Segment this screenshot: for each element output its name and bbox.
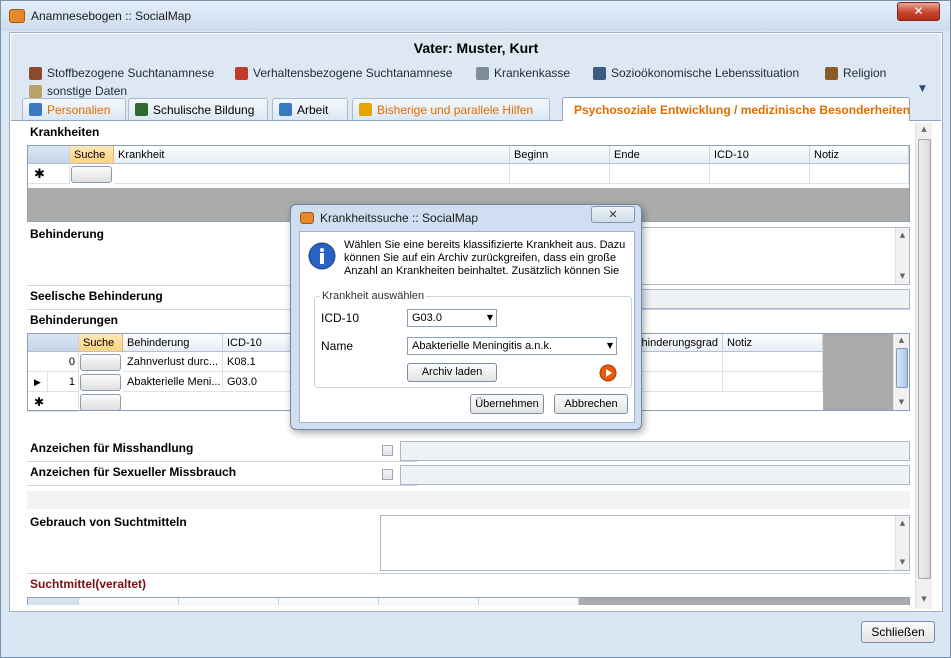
substance-icon [29, 66, 42, 80]
table-row[interactable]: Zahnverlust durc... [123, 352, 223, 372]
blackboard-icon [135, 103, 148, 116]
dialog-title: Krankheitssuche :: SocialMap [320, 211, 479, 225]
col-notiz[interactable]: Notiz [810, 146, 909, 164]
search-row-button[interactable] [80, 394, 121, 411]
dialog-body: Wählen Sie eine bereits klassifizierte K… [299, 231, 635, 423]
play-icon[interactable] [599, 364, 617, 382]
notepad-icon [29, 84, 42, 98]
uebernehmen-button[interactable]: Übernehmen [470, 394, 544, 414]
archiv-laden-button[interactable]: Archiv laden [407, 363, 497, 382]
toolbar-item-stoffbezogen[interactable]: Stoffbezogene Suchtanamnese [29, 66, 214, 80]
toolbar-item-sonstige[interactable]: sonstige Daten [29, 84, 127, 98]
form-scrollbar-thumb[interactable] [918, 139, 931, 579]
row-index: 0 [28, 352, 79, 372]
krankheit-auswaehlen-group: Krankheit auswählen ICD-10 G03.0 ▼ Name … [314, 290, 632, 388]
dialog-app-icon [300, 212, 314, 224]
person-card-icon [29, 103, 42, 116]
tab-bisherige-hilfen[interactable]: Bisherige und parallele Hilfen [352, 98, 550, 120]
title-bar: Anamnesebogen :: SocialMap ✕ [1, 1, 950, 31]
tab-personalien[interactable]: Personalien [22, 98, 126, 120]
misshandlung-checkbox[interactable] [382, 445, 393, 456]
col-suche[interactable]: Suche [70, 146, 114, 164]
chevron-down-icon: ▼ [486, 313, 493, 322]
suchtmittel-textarea[interactable]: ▲ ▼ [380, 515, 910, 571]
window-title: Anamnesebogen :: SocialMap [31, 9, 192, 23]
people-icon [593, 66, 606, 80]
behinderungen-scrollbar[interactable]: ▲ ▼ [893, 334, 909, 410]
new-row-marker: ✱ [28, 164, 70, 184]
tab-schulische-bildung[interactable]: Schulische Bildung [128, 98, 268, 120]
current-row-arrow-icon: ▶ [28, 372, 48, 392]
group-label: Krankheit auswählen [320, 290, 427, 302]
dialog-close-button[interactable]: ✕ [591, 206, 635, 223]
book-icon [825, 66, 838, 80]
abbrechen-button[interactable]: Abbrechen [554, 394, 628, 414]
col-notiz[interactable]: Notiz [723, 334, 823, 352]
document-icon [279, 103, 292, 116]
table-row[interactable]: Abakterielle Meni... [123, 372, 223, 392]
cart-icon [235, 66, 248, 80]
app-icon [9, 9, 25, 23]
misshandlung-field[interactable] [400, 441, 910, 461]
suchtmittel-veraltet-label: Suchtmittel(veraltet) [30, 577, 147, 591]
missbrauch-checkbox[interactable] [382, 469, 393, 480]
suchtmittel-grid[interactable] [27, 597, 910, 605]
krankheitssuche-dialog: Krankheitssuche :: SocialMap ✕ Wählen Si… [290, 204, 642, 430]
col-behinderung[interactable]: Behinderung [123, 334, 223, 352]
tab-psychosoziale-entwicklung[interactable]: Psychosoziale Entwicklung / medizinische… [562, 97, 910, 121]
seelische-behinderung-label: Seelische Behinderung [30, 289, 163, 303]
krankheiten-label: Krankheiten [30, 125, 100, 139]
cutlery-icon [476, 66, 489, 80]
table-row[interactable] [114, 164, 510, 184]
section-toolbar: Stoffbezogene Suchtanamnese Verhaltensbe… [11, 62, 941, 102]
close-form-button[interactable]: Schließen [861, 621, 935, 643]
name-select[interactable]: Abakterielle Meningitis a.n.k. ▼ [407, 337, 617, 355]
new-row-marker: ✱ [28, 392, 79, 412]
icd-select[interactable]: G03.0 ▼ [407, 309, 497, 327]
col-icd10[interactable]: ICD-10 [710, 146, 810, 164]
info-icon [308, 242, 336, 270]
missbrauch-field[interactable] [400, 465, 910, 485]
col-ende[interactable]: Ende [610, 146, 710, 164]
window-close-button[interactable]: ✕ [897, 2, 940, 21]
dialog-info-text: Wählen Sie eine bereits klassifizierte K… [344, 239, 626, 279]
col-beginn[interactable]: Beginn [510, 146, 610, 164]
form-scrollbar[interactable]: ▲ ▼ [915, 123, 932, 609]
page-title: Vater: Muster, Kurt [11, 34, 941, 62]
name-label: Name [321, 339, 354, 353]
lifebuoy-icon [359, 103, 372, 116]
col-suche[interactable]: Suche [79, 334, 123, 352]
chevron-down-icon[interactable]: ▼ [919, 84, 926, 94]
col-krankheit[interactable]: Krankheit [114, 146, 510, 164]
row-index: 1 [48, 372, 79, 392]
search-row-button[interactable] [80, 374, 121, 391]
misshandlung-label: Anzeichen für Misshandlung [30, 441, 194, 455]
suchtmittel-label: Gebrauch von Suchtmitteln [30, 515, 187, 529]
search-row-button[interactable] [71, 166, 112, 183]
grid-corner [28, 334, 79, 352]
toolbar-item-krankenkasse[interactable]: Krankenkasse [476, 66, 570, 80]
behinderungen-label: Behinderungen [30, 313, 119, 327]
behinderung-label: Behinderung [30, 227, 104, 241]
icd-label: ICD-10 [321, 311, 360, 325]
chevron-down-icon: ▼ [606, 341, 613, 350]
grid-corner [28, 146, 70, 164]
search-row-button[interactable] [80, 354, 121, 371]
toolbar-item-verhaltensbezogen[interactable]: Verhaltensbezogene Suchtanamnese [235, 66, 452, 80]
missbrauch-label: Anzeichen für Sexueller Missbrauch [30, 465, 237, 479]
toolbar-item-soziooekonomisch[interactable]: Sozioökonomische Lebenssituation [593, 66, 799, 80]
tab-arbeit[interactable]: Arbeit [272, 98, 348, 120]
toolbar-item-religion[interactable]: Religion [825, 66, 886, 80]
